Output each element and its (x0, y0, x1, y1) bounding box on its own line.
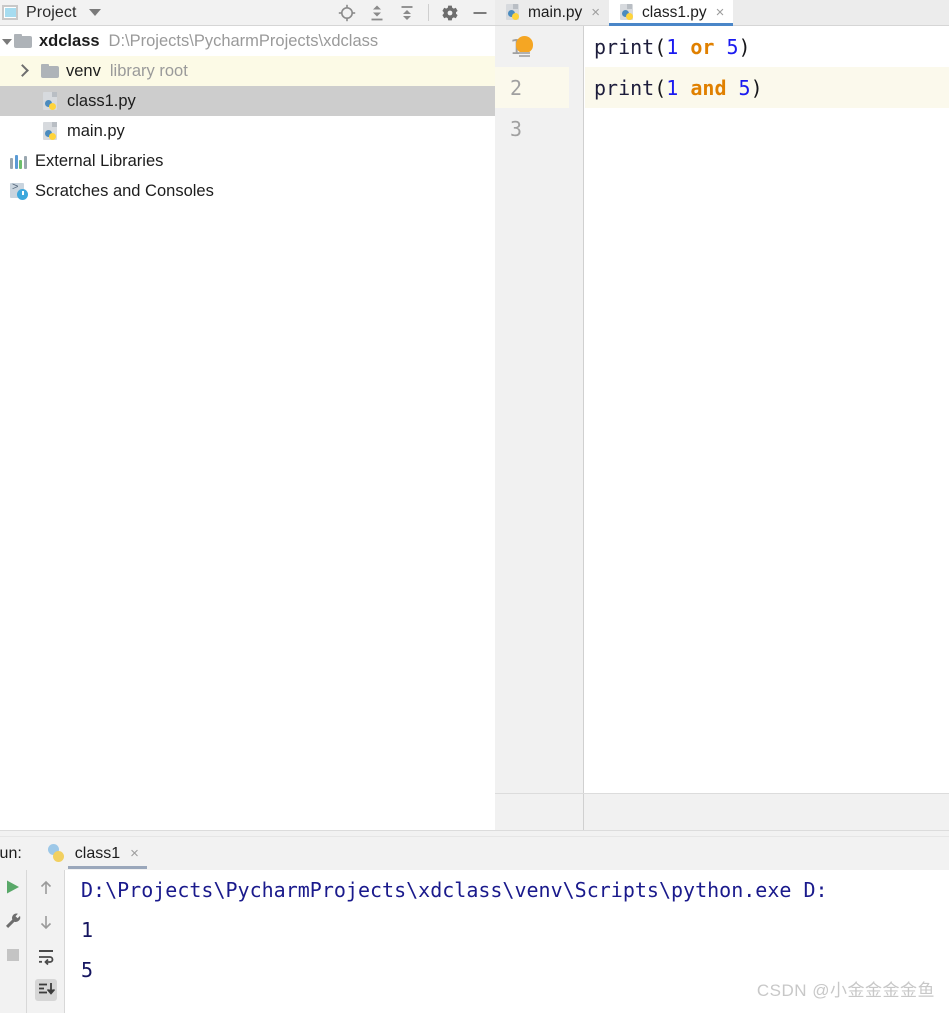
pycharm-window: Project xdclass D:\Projects\PycharmProje… (0, 0, 949, 1013)
code-line-1[interactable]: print(1 or 5) (585, 26, 949, 67)
run-label: Run: (0, 844, 22, 862)
project-tool-window-header: Project (0, 0, 495, 26)
down-arrow-icon[interactable] (35, 911, 57, 933)
wrench-icon[interactable] (2, 910, 24, 932)
up-arrow-icon[interactable] (35, 877, 57, 899)
project-tree[interactable]: xdclass D:\Projects\PycharmProjects\xdcl… (0, 26, 495, 830)
python-file-icon (42, 121, 60, 141)
tree-item-label: Scratches and Consoles (35, 181, 214, 200)
run-tab-label: class1 (74, 844, 121, 862)
gear-icon[interactable] (441, 4, 459, 22)
close-icon[interactable]: × (591, 5, 600, 20)
editor-tab-class1-py[interactable]: class1.py × (609, 0, 734, 26)
expand-arrow-icon[interactable] (0, 34, 14, 48)
gutter-bottom-filler (495, 794, 584, 830)
tree-item-venv[interactable]: venv library root (0, 56, 495, 86)
editor-gutter[interactable]: 1 2 3 (495, 26, 584, 793)
horizontal-splitter[interactable] (0, 830, 949, 837)
lightbulb-icon[interactable] (516, 36, 533, 54)
rerun-icon[interactable] (2, 876, 24, 898)
folder-icon (41, 64, 59, 78)
code-token: print (594, 34, 655, 59)
stop-icon[interactable] (2, 944, 24, 966)
code-token: ) (750, 75, 763, 100)
close-icon[interactable]: × (716, 5, 725, 20)
code-token: ( (654, 34, 667, 59)
editor-tab-bar: main.py × class1.py × (495, 0, 949, 26)
scratches-icon (10, 181, 28, 200)
project-toolbar (338, 4, 495, 22)
code-token: 5 (726, 34, 739, 59)
python-icon (47, 844, 67, 863)
code-token: ( (654, 75, 667, 100)
soft-wrap-icon[interactable] (35, 945, 57, 967)
minimize-icon[interactable] (471, 4, 489, 22)
editor-tab-label: main.py (528, 3, 583, 21)
console-output-line: 1 (81, 918, 94, 942)
run-tab-class1[interactable]: class1 × (34, 837, 149, 870)
project-window-icon (2, 5, 18, 20)
python-file-icon (619, 4, 635, 21)
collapse-arrow-icon[interactable] (15, 64, 29, 78)
toolbar-divider (428, 4, 429, 21)
tree-item-main-py[interactable]: main.py (0, 116, 495, 146)
editor-tab-main-py[interactable]: main.py × (495, 0, 609, 25)
run-tool-window-header: Run: class1 × (0, 837, 949, 870)
tree-item-scratches-and-consoles[interactable]: Scratches and Consoles (0, 176, 495, 206)
close-icon[interactable]: × (130, 846, 139, 861)
code-token-keyword: or (690, 34, 715, 59)
tree-item-xdclass[interactable]: xdclass D:\Projects\PycharmProjects\xdcl… (0, 26, 495, 56)
expand-all-icon[interactable] (368, 4, 386, 22)
code-line-2[interactable]: print(1 and 5) (585, 67, 949, 108)
tree-item-external-libraries[interactable]: External Libraries (0, 146, 495, 176)
chevron-down-icon[interactable] (88, 9, 101, 16)
code-line-3[interactable] (585, 108, 949, 149)
tree-item-label: xdclass (39, 31, 100, 50)
tree-item-hint: D:\Projects\PycharmProjects\xdclass (108, 31, 379, 50)
editor-bottom-strip (495, 793, 949, 830)
code-editor[interactable]: 1 2 3 print(1 or 5) print(1 and 5) (495, 26, 949, 793)
code-token: 1 (666, 34, 679, 59)
code-token: print (594, 75, 655, 100)
editor-code-area[interactable]: print(1 or 5) print(1 and 5) (585, 26, 949, 793)
tree-item-label: External Libraries (35, 151, 164, 170)
external-libraries-icon (10, 153, 28, 169)
console-command-line: D:\Projects\PycharmProjects\xdclass\venv… (81, 878, 828, 902)
tree-item-label: class1.py (67, 91, 136, 110)
code-token: 5 (738, 75, 751, 100)
scroll-to-end-icon[interactable] (34, 979, 57, 1001)
folder-icon (14, 34, 32, 48)
code-token: 1 (666, 75, 679, 100)
collapse-all-icon[interactable] (398, 4, 416, 22)
line-number: 3 (510, 116, 523, 141)
tree-item-hint: library root (109, 61, 188, 80)
line-number: 2 (495, 67, 569, 108)
tree-item-label: main.py (67, 121, 125, 140)
editor-tab-label: class1.py (642, 3, 707, 21)
run-tool-window-body: D:\Projects\PycharmProjects\xdclass\venv… (0, 870, 949, 1013)
run-secondary-toolbar (27, 870, 65, 1013)
run-primary-toolbar (0, 870, 27, 1013)
run-console[interactable]: D:\Projects\PycharmProjects\xdclass\venv… (65, 870, 949, 1013)
code-token-keyword: and (690, 75, 727, 100)
python-file-icon (42, 91, 60, 111)
project-tool-window-title: Project (26, 3, 77, 21)
tree-item-class1-py[interactable]: class1.py (0, 86, 495, 116)
python-file-icon (505, 4, 521, 21)
locate-icon[interactable] (338, 4, 356, 22)
run-tool-window: Run: class1 × (0, 837, 949, 1013)
tree-item-label: venv (66, 61, 101, 80)
watermark: CSDN @小金金金金鱼 (756, 981, 935, 1000)
code-token: ) (738, 34, 751, 59)
